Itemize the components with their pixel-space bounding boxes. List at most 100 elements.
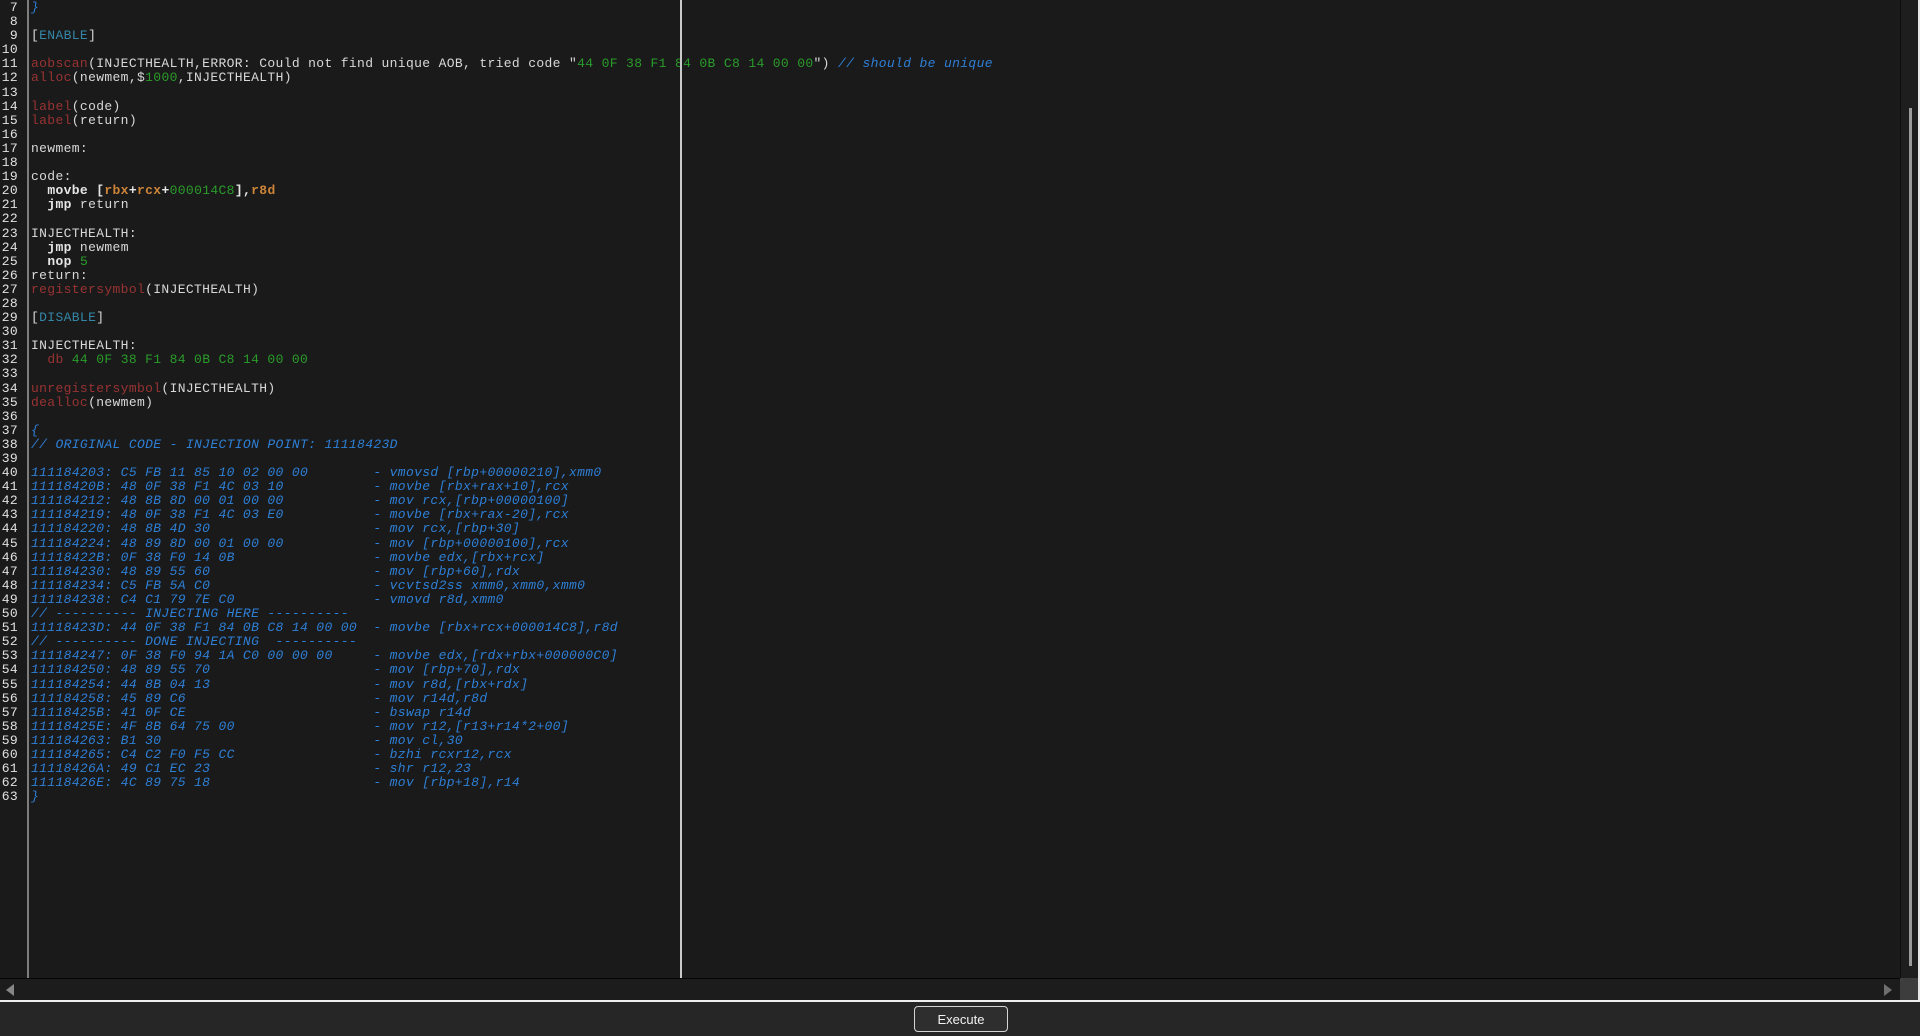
code-line[interactable]: 5811118425E: 4F 8B 64 75 00 - mov r12,[r… <box>0 720 1900 734</box>
line-number: 46 <box>0 551 27 565</box>
code-line[interactable]: 20 movbe [rbx+rcx+000014C8],r8d <box>0 184 1900 198</box>
line-number: 44 <box>0 522 27 536</box>
vertical-scrollbar[interactable] <box>1900 0 1918 978</box>
line-number: 57 <box>0 706 27 720</box>
code-line[interactable]: 17newmem: <box>0 142 1900 156</box>
auto-assemble-window: 7}89[ENABLE]1011aobscan(INJECTHEALTH,ERR… <box>0 0 1920 1036</box>
line-number: 28 <box>0 297 27 311</box>
code-line[interactable]: 7} <box>0 1 1900 15</box>
line-number: 11 <box>0 57 27 71</box>
code-line[interactable]: 40111184203: C5 FB 11 85 10 02 00 00 - v… <box>0 466 1900 480</box>
code-text: unregistersymbol(INJECTHEALTH) <box>27 382 276 396</box>
code-line[interactable]: 16 <box>0 128 1900 142</box>
line-number: 55 <box>0 678 27 692</box>
code-text: INJECTHEALTH: <box>27 227 137 241</box>
line-number: 19 <box>0 170 27 184</box>
code-text: 11118426A: 49 C1 EC 23 - shr r12,23 <box>27 762 471 776</box>
script-editor[interactable]: 7}89[ENABLE]1011aobscan(INJECTHEALTH,ERR… <box>0 0 1900 978</box>
line-number: 40 <box>0 466 27 480</box>
code-line[interactable]: 24 jmp newmem <box>0 241 1900 255</box>
code-line[interactable]: 10 <box>0 43 1900 57</box>
code-line[interactable]: 22 <box>0 212 1900 226</box>
code-text: 111184238: C4 C1 79 7E C0 - vmovd r8d,xm… <box>27 593 504 607</box>
scroll-left-arrow-icon[interactable] <box>6 984 14 996</box>
line-number: 36 <box>0 410 27 424</box>
code-line[interactable]: 15label(return) <box>0 114 1900 128</box>
code-text: 111184234: C5 FB 5A C0 - vcvtsd2ss xmm0,… <box>27 579 585 593</box>
code-text: label(code) <box>27 100 121 114</box>
code-line[interactable]: 26return: <box>0 269 1900 283</box>
horizontal-scrollbar[interactable] <box>0 978 1900 1000</box>
code-line[interactable]: 29[DISABLE] <box>0 311 1900 325</box>
code-line[interactable]: 37{ <box>0 424 1900 438</box>
line-number: 61 <box>0 762 27 776</box>
code-line[interactable]: 12alloc(newmem,$1000,INJECTHEALTH) <box>0 71 1900 85</box>
code-line[interactable]: 32 db 44 0F 38 F1 84 0B C8 14 00 00 <box>0 353 1900 367</box>
code-line[interactable]: 54111184250: 48 89 55 70 - mov [rbp+70],… <box>0 663 1900 677</box>
code-line[interactable]: 56111184258: 45 89 C6 - mov r14d,r8d <box>0 692 1900 706</box>
code-line[interactable]: 52// ---------- DONE INJECTING ---------… <box>0 635 1900 649</box>
line-number: 20 <box>0 184 27 198</box>
code-line[interactable]: 47111184230: 48 89 55 60 - mov [rbp+60],… <box>0 565 1900 579</box>
code-text: 111184220: 48 8B 4D 30 - mov rcx,[rbp+30… <box>27 522 520 536</box>
code-line[interactable]: 43111184219: 48 0F 38 F1 4C 03 E0 - movb… <box>0 508 1900 522</box>
line-number: 59 <box>0 734 27 748</box>
line-number: 63 <box>0 790 27 804</box>
code-line[interactable]: 36 <box>0 410 1900 424</box>
code-line[interactable]: 42111184212: 48 8B 8D 00 01 00 00 - mov … <box>0 494 1900 508</box>
line-number: 23 <box>0 227 27 241</box>
line-number: 16 <box>0 128 27 142</box>
code-text: 111184250: 48 89 55 70 - mov [rbp+70],rd… <box>27 663 520 677</box>
code-line[interactable]: 44111184220: 48 8B 4D 30 - mov rcx,[rbp+… <box>0 522 1900 536</box>
code-line[interactable]: 18 <box>0 156 1900 170</box>
line-number: 45 <box>0 537 27 551</box>
execute-button[interactable]: Execute <box>914 1006 1008 1032</box>
code-line[interactable]: 4111118420B: 48 0F 38 F1 4C 03 10 - movb… <box>0 480 1900 494</box>
code-line[interactable]: 4611118422B: 0F 38 F0 14 0B - movbe edx,… <box>0 551 1900 565</box>
code-line[interactable]: 39 <box>0 452 1900 466</box>
code-line[interactable]: 33 <box>0 367 1900 381</box>
code-line[interactable]: 30 <box>0 325 1900 339</box>
vertical-scrollbar-thumb[interactable] <box>1909 108 1912 966</box>
code-text: nop 5 <box>27 255 88 269</box>
line-number: 22 <box>0 212 27 226</box>
code-line[interactable]: 53111184247: 0F 38 F0 94 1A C0 00 00 00 … <box>0 649 1900 663</box>
code-line[interactable]: 59111184263: B1 30 - mov cl,30 <box>0 734 1900 748</box>
scroll-right-arrow-icon[interactable] <box>1884 984 1892 996</box>
code-line[interactable]: 5711118425B: 41 0F CE - bswap r14d <box>0 706 1900 720</box>
column-marker-line <box>680 0 682 978</box>
code-line[interactable]: 38// ORIGINAL CODE - INJECTION POINT: 11… <box>0 438 1900 452</box>
code-line[interactable]: 6211118426E: 4C 89 75 18 - mov [rbp+18],… <box>0 776 1900 790</box>
code-line[interactable]: 27registersymbol(INJECTHEALTH) <box>0 283 1900 297</box>
line-number: 24 <box>0 241 27 255</box>
code-line[interactable]: 8 <box>0 15 1900 29</box>
code-line[interactable]: 48111184234: C5 FB 5A C0 - vcvtsd2ss xmm… <box>0 579 1900 593</box>
code-text: // ---------- INJECTING HERE ---------- <box>27 607 349 621</box>
code-line[interactable]: 31INJECTHEALTH: <box>0 339 1900 353</box>
line-number: 10 <box>0 43 27 57</box>
code-line[interactable]: 11aobscan(INJECTHEALTH,ERROR: Could not … <box>0 57 1900 71</box>
line-number: 32 <box>0 353 27 367</box>
code-line[interactable]: 28 <box>0 297 1900 311</box>
line-number: 29 <box>0 311 27 325</box>
code-line[interactable]: 25 nop 5 <box>0 255 1900 269</box>
code-line[interactable]: 49111184238: C4 C1 79 7E C0 - vmovd r8d,… <box>0 593 1900 607</box>
code-line[interactable]: 34unregistersymbol(INJECTHEALTH) <box>0 382 1900 396</box>
code-line[interactable]: 50// ---------- INJECTING HERE ---------… <box>0 607 1900 621</box>
code-line[interactable]: 14label(code) <box>0 100 1900 114</box>
code-line[interactable]: 55111184254: 44 8B 04 13 - mov r8d,[rbx+… <box>0 678 1900 692</box>
code-text: 11118426E: 4C 89 75 18 - mov [rbp+18],r1… <box>27 776 520 790</box>
code-line[interactable]: 63} <box>0 790 1900 804</box>
code-line[interactable]: 13 <box>0 86 1900 100</box>
code-line[interactable]: 45111184224: 48 89 8D 00 01 00 00 - mov … <box>0 537 1900 551</box>
code-line[interactable]: 35dealloc(newmem) <box>0 396 1900 410</box>
code-line[interactable]: 21 jmp return <box>0 198 1900 212</box>
code-text: [ENABLE] <box>27 29 96 43</box>
code-line[interactable]: 60111184265: C4 C2 F0 F5 CC - bzhi rcxr1… <box>0 748 1900 762</box>
code-line[interactable]: 5111118423D: 44 0F 38 F1 84 0B C8 14 00 … <box>0 621 1900 635</box>
code-line[interactable]: 23INJECTHEALTH: <box>0 227 1900 241</box>
code-line[interactable]: 19code: <box>0 170 1900 184</box>
code-line[interactable]: 9[ENABLE] <box>0 29 1900 43</box>
code-text: 111184224: 48 89 8D 00 01 00 00 - mov [r… <box>27 537 569 551</box>
code-line[interactable]: 6111118426A: 49 C1 EC 23 - shr r12,23 <box>0 762 1900 776</box>
